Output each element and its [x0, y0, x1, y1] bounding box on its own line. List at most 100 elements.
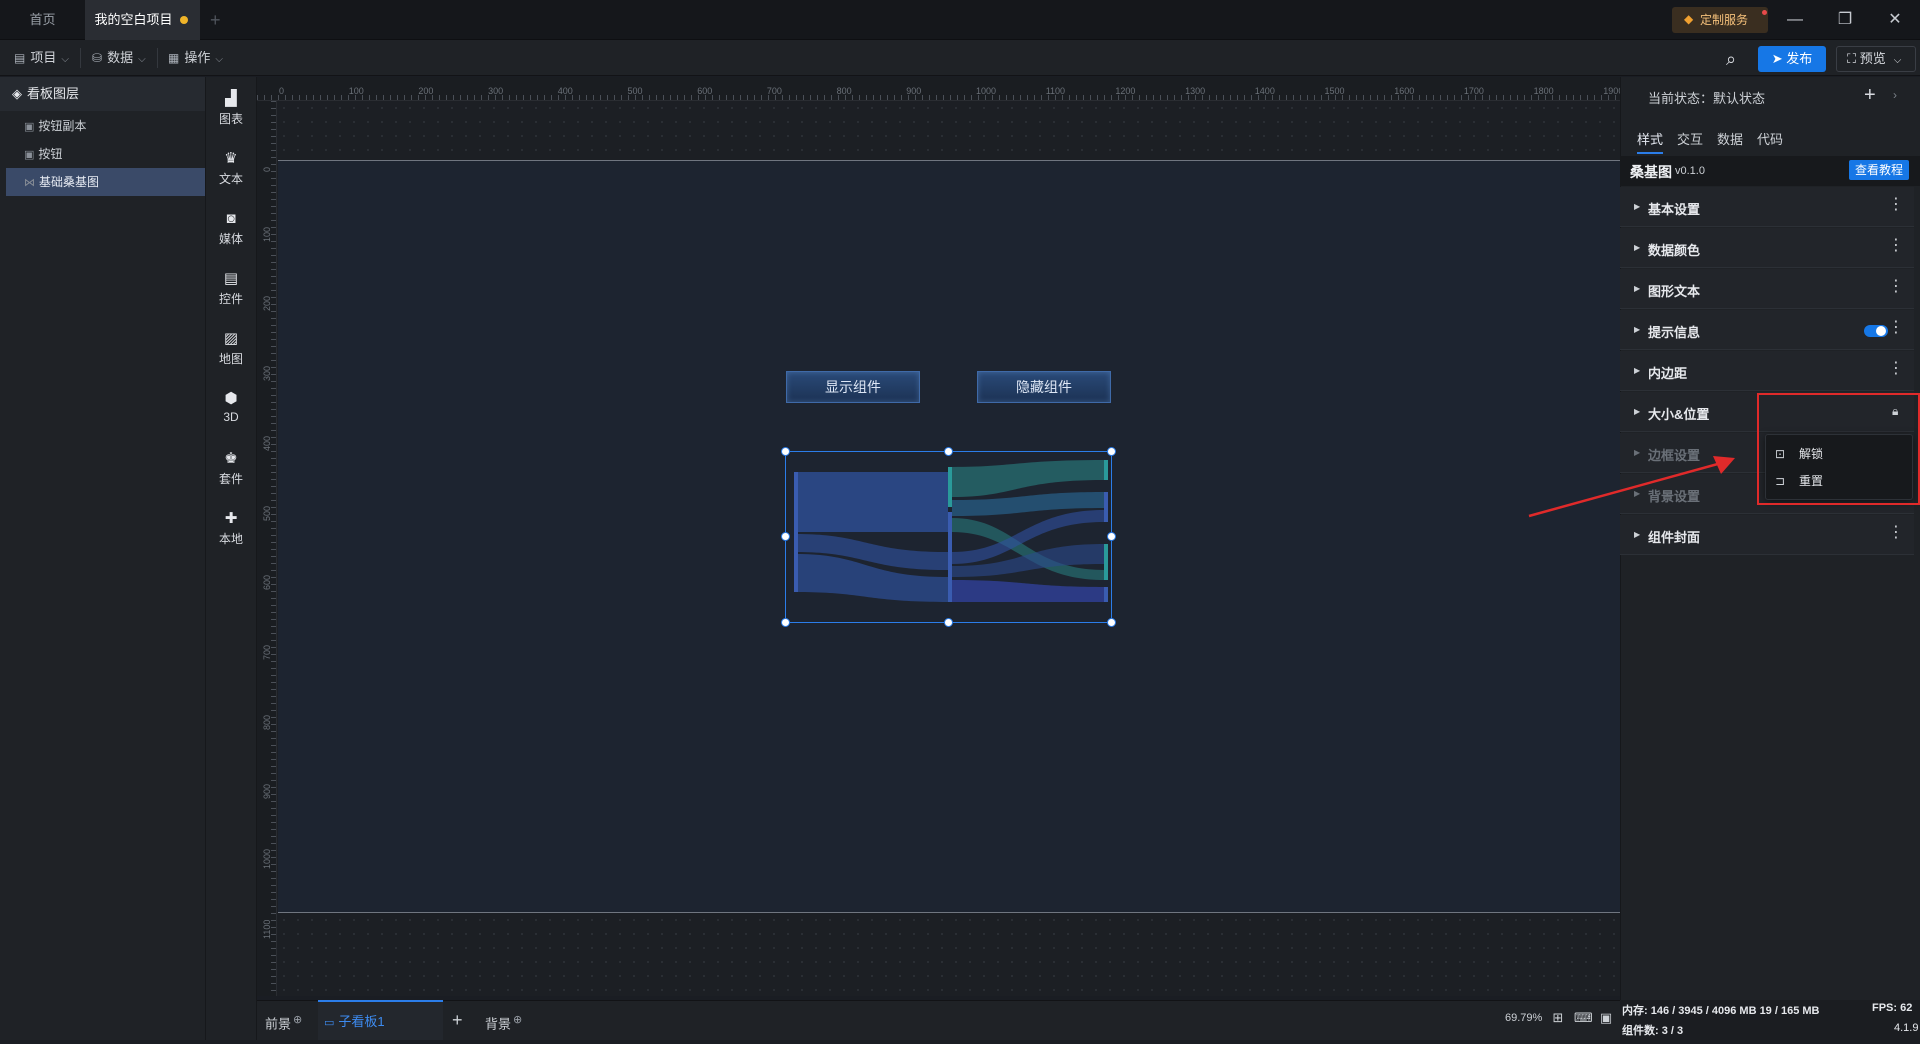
resize-handle[interactable]: [944, 618, 953, 627]
section-padding[interactable]: ▶ 内边距 ⋮: [1620, 351, 1914, 391]
section-label: 基本设置: [1648, 202, 1701, 217]
chevron-down-icon: ⌵: [215, 54, 223, 65]
component-name: 桑基图: [1630, 164, 1672, 180]
component-count: 组件数: 3 / 3: [1622, 1025, 1684, 1037]
ruler-tick-label: 500: [627, 86, 643, 96]
add-circle-icon[interactable]: ⊕: [293, 1014, 302, 1026]
zoom-level[interactable]: 69.79%: [1505, 1012, 1542, 1024]
background-tab[interactable]: 背景 ⊕: [485, 1000, 522, 1040]
section-basic[interactable]: ▶ 基本设置 ⋮: [1620, 187, 1914, 227]
publish-label: 发布: [1786, 51, 1813, 66]
hide-component-button[interactable]: 隐藏组件: [977, 371, 1111, 403]
keyboard-icon[interactable]: ⌨: [1574, 1010, 1593, 1026]
chevron-right-icon[interactable]: ›: [1893, 88, 1897, 102]
section-graphic-text[interactable]: ▶ 图形文本 ⋮: [1620, 269, 1914, 309]
publish-button[interactable]: ➤ 发布: [1758, 46, 1826, 72]
resize-handle[interactable]: [781, 532, 790, 541]
menu-data[interactable]: ⛁ 数据 ⌵: [92, 40, 146, 76]
preview-label: 预览: [1859, 51, 1886, 66]
add-circle-icon[interactable]: ⊕: [513, 1014, 522, 1026]
layers-panel: [0, 77, 205, 1040]
section-label: 内边距: [1648, 366, 1688, 381]
comp-label: 媒体: [218, 232, 243, 246]
layers-title: 看板图层: [27, 86, 80, 101]
current-state[interactable]: 当前状态：默认状态: [1648, 88, 1765, 107]
menu-operate-label: 操作: [184, 50, 211, 65]
restore-button[interactable]: ❐: [1820, 0, 1870, 40]
add-tab-button[interactable]: +: [210, 0, 221, 40]
comp-local[interactable]: ✚ 本地: [205, 500, 257, 560]
more-icon[interactable]: ⋮: [1888, 238, 1904, 254]
ruler-tick-label: 500: [262, 505, 272, 521]
sankey-layer-icon: ⋈: [24, 177, 35, 189]
resize-handle[interactable]: [1107, 618, 1116, 627]
comp-text[interactable]: ♛ 文本: [205, 140, 257, 200]
more-icon[interactable]: ⋮: [1888, 525, 1904, 541]
tab-interaction[interactable]: 交互: [1677, 126, 1703, 154]
resize-handle[interactable]: [944, 447, 953, 456]
control-icon: ▤: [223, 270, 239, 287]
menu-operate[interactable]: ▦ 操作 ⌵: [168, 40, 223, 76]
resize-handle[interactable]: [1107, 532, 1116, 541]
ruler-tick-label: 400: [557, 86, 573, 96]
more-icon[interactable]: ⋮: [1888, 197, 1904, 213]
more-icon[interactable]: ⋮: [1888, 361, 1904, 377]
caret-right-icon: ▶: [1634, 243, 1641, 252]
background-label: 背景: [485, 1016, 512, 1032]
notification-dot: [1762, 10, 1767, 15]
highlight-annotation: [1757, 393, 1920, 505]
diamond-icon: ◆: [1684, 12, 1694, 26]
toolbar: [0, 40, 1920, 76]
foreground-label: 前景: [265, 1016, 292, 1032]
resize-handle[interactable]: [781, 447, 790, 456]
comp-3d[interactable]: ⬢ 3D: [205, 380, 257, 440]
tab-data[interactable]: 数据: [1717, 126, 1743, 154]
tab-code[interactable]: 代码: [1757, 126, 1783, 154]
tab-home[interactable]: 首页: [0, 0, 85, 40]
minimize-button[interactable]: —: [1770, 0, 1820, 40]
section-label: 组件封面: [1648, 530, 1701, 545]
chevron-down-icon: ⌵: [1893, 55, 1902, 66]
divider: [80, 48, 81, 68]
add-subboard-button[interactable]: +: [452, 1000, 463, 1040]
fps-status: FPS: 62: [1872, 1002, 1913, 1014]
section-data-color[interactable]: ▶ 数据颜色 ⋮: [1620, 228, 1914, 268]
section-label: 提示信息: [1648, 325, 1701, 340]
resize-handle[interactable]: [1107, 447, 1116, 456]
comp-chart[interactable]: ▟ 图表: [205, 80, 257, 140]
layer-item-selected[interactable]: ⋈ 基础桑基图: [6, 168, 205, 196]
comp-media[interactable]: ◙ 媒体: [205, 200, 257, 260]
tab-style[interactable]: 样式: [1637, 126, 1664, 154]
layer-item[interactable]: ▣ 按钮副本: [6, 112, 205, 140]
terminal-icon[interactable]: ▣: [1598, 1010, 1614, 1026]
resize-handle[interactable]: [781, 618, 790, 627]
media-icon: ◙: [226, 210, 236, 227]
tutorial-button[interactable]: 查看教程: [1849, 160, 1909, 180]
subboard-label: 子看板1: [338, 1014, 385, 1029]
foreground-tab[interactable]: 前景 ⊕: [265, 1000, 302, 1040]
search-icon[interactable]: ⌕: [1720, 48, 1742, 70]
comp-control[interactable]: ▤ 控件: [205, 260, 257, 320]
section-label: 大小&位置: [1648, 407, 1710, 422]
button-layer-icon: ▣: [24, 121, 35, 133]
menu-data-label: 数据: [107, 50, 134, 65]
ruler-tick-label: 200: [262, 296, 272, 312]
comp-kit[interactable]: ♚ 套件: [205, 440, 257, 500]
ruler-tick-label: 600: [262, 575, 272, 591]
add-state-icon[interactable]: +: [1864, 84, 1876, 107]
more-icon[interactable]: ⋮: [1888, 320, 1904, 336]
preview-button[interactable]: ⛶ 预览 ⌵: [1836, 46, 1916, 72]
more-icon[interactable]: ⋮: [1888, 279, 1904, 295]
fit-screen-icon[interactable]: ⊞: [1550, 1010, 1566, 1026]
ruler-tick-label: 1600: [1394, 86, 1415, 96]
menu-project[interactable]: ▤ 项目 ⌵: [14, 40, 69, 76]
close-button[interactable]: ✕: [1870, 0, 1920, 40]
section-cover[interactable]: ▶ 组件封面 ⋮: [1620, 515, 1914, 555]
bar-chart-icon: ▟: [225, 90, 237, 107]
layer-label: 按钮: [38, 147, 63, 161]
subboard-tab[interactable]: ▭ 子看板1: [318, 1000, 443, 1040]
show-component-button[interactable]: 显示组件: [786, 371, 920, 403]
layer-item[interactable]: ▣ 按钮: [6, 140, 205, 168]
comp-map[interactable]: ▨ 地图: [205, 320, 257, 380]
file-icon: ▤: [14, 51, 26, 65]
